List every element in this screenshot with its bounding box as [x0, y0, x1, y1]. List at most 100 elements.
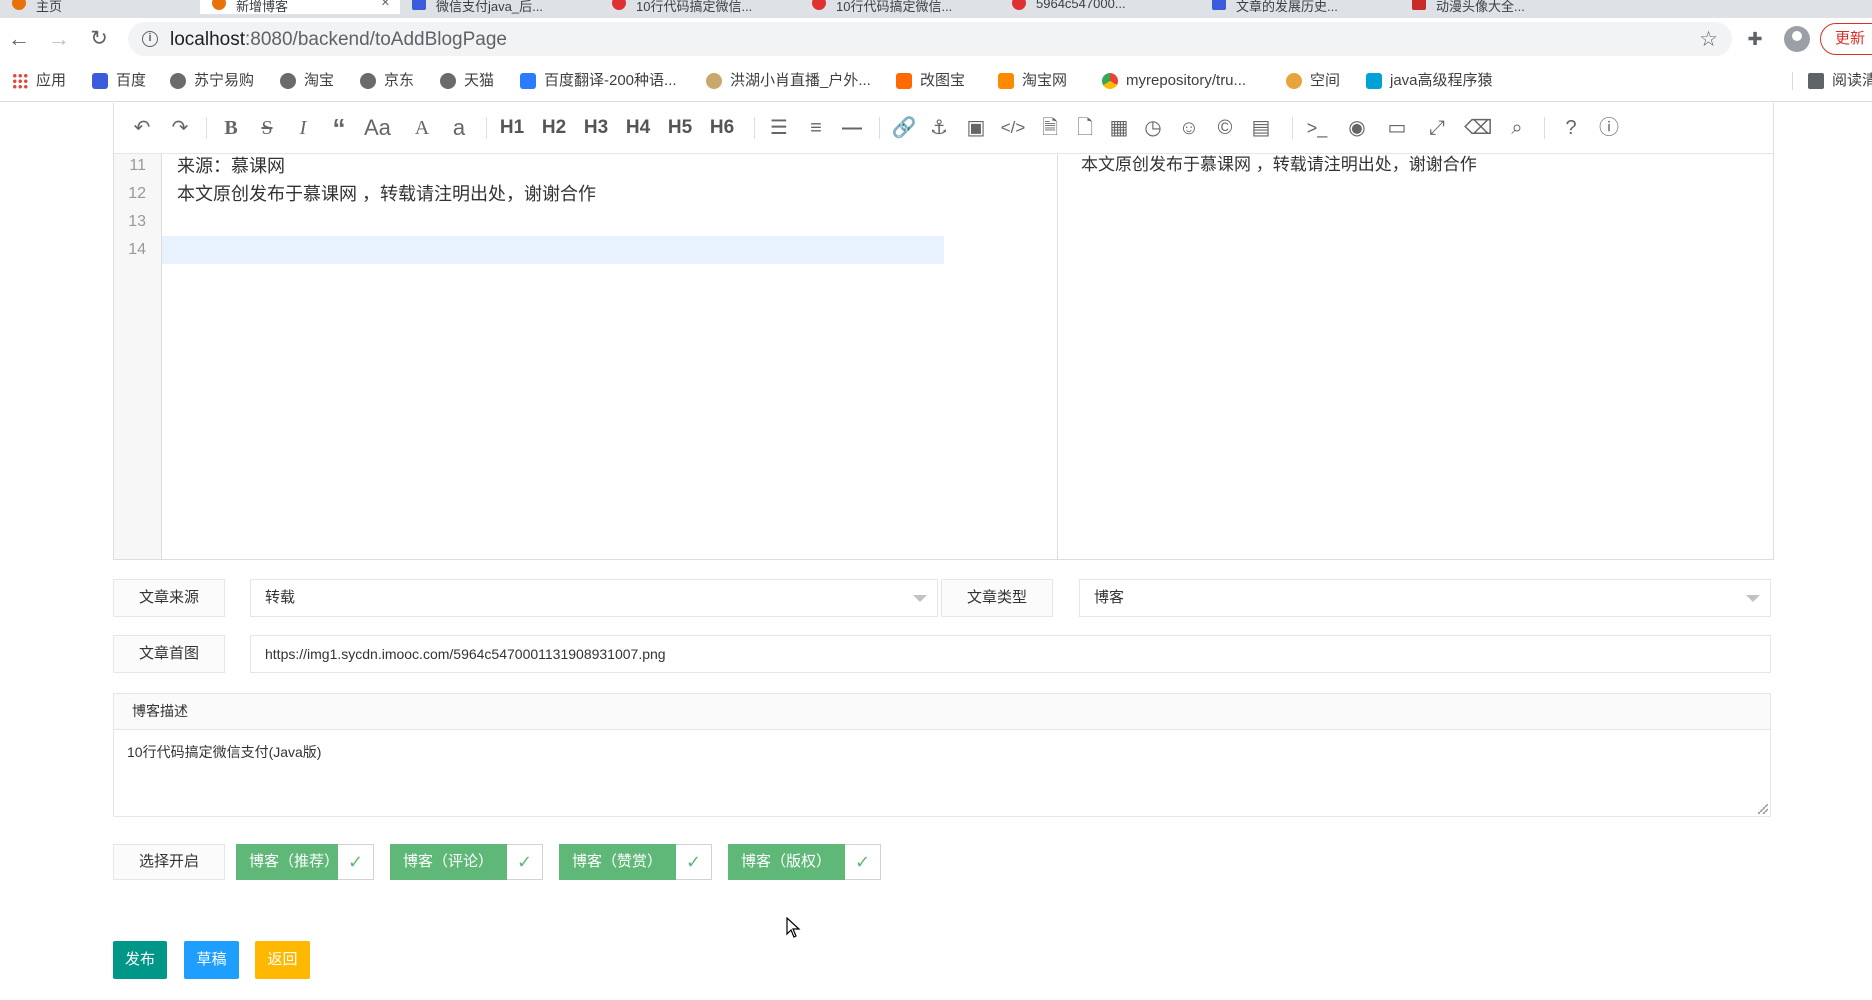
browser-tab[interactable]: 主页 [0, 0, 200, 14]
heading-1-button[interactable]: H1 [499, 115, 525, 141]
toolbar-divider [486, 117, 487, 139]
anchor-icon[interactable]: ⚓ [926, 115, 952, 141]
undo-icon[interactable]: ↶ [129, 115, 155, 141]
blog-description-textarea[interactable]: 10行代码搞定微信支付(Java版) [114, 730, 1770, 774]
heading-5-button[interactable]: H5 [667, 115, 693, 141]
line-number: 13 [128, 213, 146, 230]
browser-tab[interactable]: 文章的发展历史... [1200, 0, 1400, 14]
emoji-smile-icon[interactable]: ☺ [1176, 115, 1202, 141]
line-number: 14 [128, 241, 146, 258]
bookmark-item[interactable]: 天猫 [440, 70, 494, 92]
draft-button[interactable]: 草稿 [184, 941, 239, 979]
bookmark-item[interactable]: 百度翻译-200种语... [520, 70, 677, 92]
bookmark-star-icon[interactable]: ☆ [1699, 27, 1718, 52]
cover-image-input[interactable]: https://img1.sycdn.imooc.com/5964c547000… [250, 635, 1771, 673]
text-case-icon[interactable]: Aa [364, 115, 391, 141]
heading-4-button[interactable]: H4 [625, 115, 651, 141]
terminal-icon[interactable]: >_ [1304, 115, 1330, 141]
link-icon[interactable]: 🔗 [891, 115, 917, 141]
bookmark-item[interactable]: 洪湖小肖直播_户外... [706, 70, 871, 92]
clear-eraser-icon[interactable]: ⌫ [1464, 115, 1492, 141]
globe-icon [440, 73, 456, 89]
bookmark-item[interactable]: java高级程序猿 [1366, 70, 1493, 92]
qzone-icon [1286, 73, 1302, 89]
watch-toggle-eye-icon[interactable]: ◉ [1344, 115, 1370, 141]
bookmark-item[interactable]: 淘宝 [280, 70, 334, 92]
bookmarks-bar: 应用 百度 苏宁易购 淘宝 京东 天猫 百度翻译-200种语... 洪湖小肖直播… [0, 60, 1872, 102]
html-entities-icon[interactable]: © [1212, 115, 1238, 141]
strikethrough-icon[interactable]: S [254, 115, 280, 141]
preview-desktop-icon[interactable]: ▭ [1384, 115, 1410, 141]
bookmark-item[interactable]: 苏宁易购 [170, 70, 254, 92]
bookmark-item[interactable]: 应用 [12, 70, 66, 92]
fullscreen-icon[interactable]: ⤢ [1424, 115, 1450, 141]
reload-icon[interactable]: ↻ [86, 26, 112, 52]
heading-2-button[interactable]: H2 [541, 115, 567, 141]
resize-handle-icon[interactable] [1758, 804, 1768, 814]
url-text: localhost:8080/backend/toAddBlogPage [170, 29, 507, 50]
bookmark-item[interactable]: 淘宝网 [998, 70, 1067, 92]
code-file-icon[interactable]: 🗎 [1037, 115, 1063, 141]
code-line-active[interactable] [162, 236, 944, 264]
forward-arrow-icon[interactable]: → [46, 26, 72, 52]
profile-avatar-icon[interactable] [1784, 26, 1810, 52]
browser-tab[interactable]: 5964c547000... [1000, 0, 1200, 14]
code-icon[interactable]: </> [1000, 115, 1026, 141]
update-button[interactable]: 更新 [1820, 23, 1872, 55]
browser-tab[interactable]: 动漫头像大全... [1400, 0, 1600, 14]
toolbar-divider [206, 117, 207, 139]
search-icon[interactable]: ⌕ [1504, 115, 1530, 141]
bookmark-item[interactable]: 百度 [92, 70, 146, 92]
markdown-toolbar: ↶ ↷ B S I “ Aa A a H1 H2 H3 H4 H5 H6 ☰ ≡… [113, 103, 1774, 153]
ordered-list-icon[interactable]: ≡ [803, 115, 829, 141]
close-tab-icon[interactable]: ✕ [381, 0, 390, 9]
bookmark-item[interactable]: 京东 [360, 70, 414, 92]
extensions-puzzle-icon[interactable]: ✚ [1744, 28, 1766, 50]
preview-paragraph: 本文原创发布于慕课网 ，转载请注明出处，谢谢合作 [1081, 155, 1477, 174]
publish-button[interactable]: 发布 [113, 941, 167, 979]
browser-tab[interactable]: 微信支付java_后... [400, 0, 600, 14]
bookmark-item[interactable]: 改图宝 [896, 70, 965, 92]
italic-icon[interactable]: I [290, 115, 316, 141]
bookmark-item[interactable]: myrepository/tru... [1102, 70, 1246, 92]
datetime-clock-icon[interactable]: ◷ [1140, 115, 1166, 141]
info-icon[interactable]: ⓘ [1596, 115, 1622, 141]
uppercase-icon[interactable]: A [409, 115, 435, 141]
markdown-input-area[interactable]: 来源：慕课网 本文原创发布于慕课网 ，转载请注明出处，谢谢合作 [162, 154, 1058, 559]
help-icon[interactable]: ? [1558, 115, 1584, 141]
article-type-select[interactable]: 博客 [1079, 579, 1771, 617]
lowercase-icon[interactable]: a [446, 115, 472, 141]
toolbar-divider [754, 117, 755, 139]
site-info-icon[interactable]: i [142, 31, 158, 47]
back-button[interactable]: 返回 [255, 941, 310, 979]
code-line[interactable] [162, 208, 944, 236]
pagebreak-icon[interactable]: ▤ [1248, 115, 1274, 141]
code-line[interactable]: 来源：慕课网 [162, 152, 944, 180]
horizontal-rule-icon[interactable]: — [839, 115, 865, 141]
browser-tab-active[interactable]: 新增博客 ✕ [200, 0, 400, 14]
code-line[interactable]: 本文原创发布于慕课网 ，转载请注明出处，谢谢合作 [162, 180, 944, 208]
table-icon[interactable]: ▦ [1106, 115, 1132, 141]
bookmark-item[interactable]: 阅读清 [1808, 70, 1872, 92]
bilibili-icon [1366, 73, 1382, 89]
back-arrow-icon[interactable]: ← [6, 26, 32, 52]
toggle-options-label: 选择开启 [113, 844, 225, 880]
live-icon [706, 73, 722, 89]
bookmark-item[interactable]: 空间 [1286, 70, 1340, 92]
article-source-select[interactable]: 转载 [250, 579, 938, 617]
bookmarks-divider [1792, 72, 1793, 90]
tab-strip: 主页 新增博客 ✕ 微信支付java_后... 10行代码搞定微信... 10行代… [0, 0, 1872, 18]
browser-tab[interactable]: 10行代码搞定微信... [800, 0, 1000, 14]
heading-3-button[interactable]: H3 [583, 115, 609, 141]
redo-icon[interactable]: ↷ [167, 115, 193, 141]
image-icon[interactable]: ▣ [963, 115, 989, 141]
markdown-editor: 11 12 13 14 来源：慕课网 本文原创发布于慕课网 ，转载请注明出处，谢… [113, 153, 1774, 560]
unordered-list-icon[interactable]: ☰ [766, 115, 792, 141]
bold-icon[interactable]: B [218, 115, 244, 141]
url-input[interactable]: i localhost:8080/backend/toAddBlogPage ☆ [128, 22, 1732, 56]
code-block-icon[interactable]: 🗋 [1072, 115, 1098, 141]
quote-icon[interactable]: “ [326, 115, 352, 141]
checkmark-icon: ✓ [507, 844, 543, 880]
browser-tab[interactable]: 10行代码搞定微信... [600, 0, 800, 14]
heading-6-button[interactable]: H6 [709, 115, 735, 141]
